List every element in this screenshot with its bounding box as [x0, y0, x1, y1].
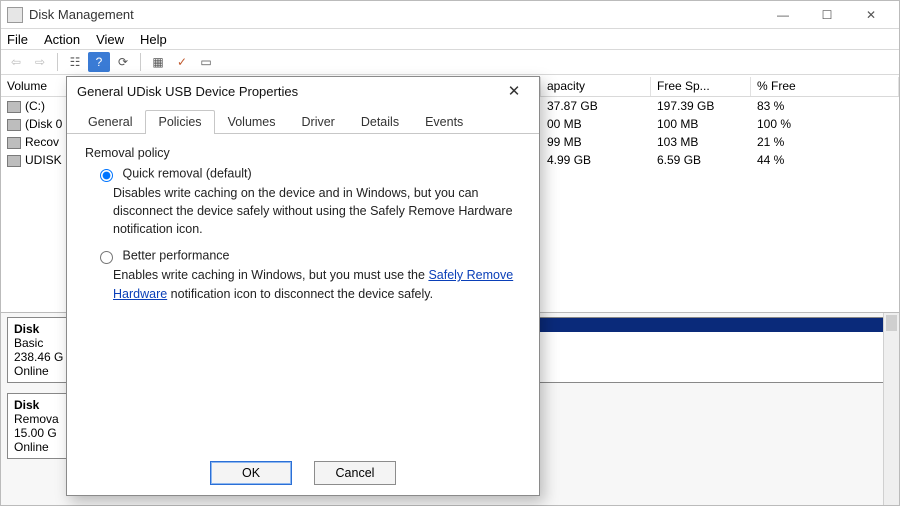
toolbar-separator [140, 53, 141, 71]
toolbar-icon-a[interactable]: ▦ [147, 52, 169, 72]
volume-name: (C:) [25, 99, 45, 113]
close-button[interactable]: ✕ [849, 4, 893, 26]
volume-name: Recov [25, 135, 59, 149]
volume-name: UDISK [25, 153, 62, 167]
option-label: Quick removal (default) [122, 166, 251, 180]
radio-quick-removal[interactable] [100, 169, 113, 182]
vertical-scrollbar[interactable] [883, 313, 899, 505]
cancel-button[interactable]: Cancel [314, 461, 396, 485]
dialog-title: General UDisk USB Device Properties [77, 84, 499, 99]
toolbar-icon-b[interactable]: ✓ [171, 52, 193, 72]
window-title: Disk Management [29, 7, 761, 22]
menu-file[interactable]: File [7, 32, 28, 47]
tab-policies[interactable]: Policies [145, 110, 214, 134]
cell-pct: 21 % [751, 133, 899, 151]
cell-capacity: 4.99 GB [541, 151, 651, 169]
volume-icon [7, 155, 21, 167]
option-description: Enables write caching in Windows, but yo… [113, 266, 521, 302]
ok-button[interactable]: OK [210, 461, 292, 485]
option-quick-removal[interactable]: Quick removal (default) [95, 166, 521, 182]
toolbar-separator [57, 53, 58, 71]
cell-free: 197.39 GB [651, 97, 751, 115]
forward-button[interactable]: ⇨ [29, 52, 51, 72]
cell-pct: 100 % [751, 115, 899, 133]
cell-capacity: 37.87 GB [541, 97, 651, 115]
window-controls: — ☐ ✕ [761, 4, 893, 26]
dialog-tabs: General Policies Volumes Driver Details … [67, 109, 539, 134]
dialog-close-button[interactable]: ✕ [499, 82, 529, 100]
menubar: File Action View Help [1, 29, 899, 49]
menu-view[interactable]: View [96, 32, 124, 47]
cell-free: 100 MB [651, 115, 751, 133]
tab-details[interactable]: Details [348, 110, 412, 134]
volume-name: (Disk 0 [25, 117, 62, 131]
device-properties-dialog: General UDisk USB Device Properties ✕ Ge… [66, 76, 540, 496]
desc-before: Enables write caching in Windows, but yo… [113, 268, 428, 282]
removal-policy-group: Removal policy Quick removal (default) D… [85, 146, 521, 303]
help-icon[interactable]: ? [88, 52, 110, 72]
cell-capacity: 99 MB [541, 133, 651, 151]
maximize-button[interactable]: ☐ [805, 4, 849, 26]
scroll-thumb[interactable] [886, 315, 897, 331]
cell-free: 103 MB [651, 133, 751, 151]
app-icon [7, 7, 23, 23]
volume-icon [7, 119, 21, 131]
dialog-titlebar[interactable]: General UDisk USB Device Properties ✕ [67, 77, 539, 105]
group-title: Removal policy [85, 146, 521, 160]
cell-free: 6.59 GB [651, 151, 751, 169]
option-label: Better performance [122, 249, 229, 263]
dialog-body: Removal policy Quick removal (default) D… [67, 134, 539, 321]
col-capacity[interactable]: apacity [541, 77, 651, 96]
cell-capacity: 00 MB [541, 115, 651, 133]
toolbar-icon-c[interactable]: ▭ [195, 52, 217, 72]
option-better-performance[interactable]: Better performance [95, 248, 521, 264]
menu-action[interactable]: Action [44, 32, 80, 47]
properties-icon[interactable]: ☷ [64, 52, 86, 72]
cell-pct: 44 % [751, 151, 899, 169]
desc-after: notification icon to disconnect the devi… [167, 287, 433, 301]
tab-events[interactable]: Events [412, 110, 476, 134]
tab-volumes[interactable]: Volumes [215, 110, 289, 134]
volume-icon [7, 137, 21, 149]
menu-help[interactable]: Help [140, 32, 167, 47]
dialog-button-row: OK Cancel [67, 461, 539, 485]
titlebar[interactable]: Disk Management — ☐ ✕ [1, 1, 899, 29]
refresh-icon[interactable]: ⟳ [112, 52, 134, 72]
cell-pct: 83 % [751, 97, 899, 115]
option-description: Disables write caching on the device and… [113, 184, 521, 238]
volume-icon [7, 101, 21, 113]
back-button[interactable]: ⇦ [5, 52, 27, 72]
toolbar: ⇦ ⇨ ☷ ? ⟳ ▦ ✓ ▭ [1, 49, 899, 75]
tab-driver[interactable]: Driver [289, 110, 348, 134]
radio-better-performance[interactable] [100, 251, 113, 264]
minimize-button[interactable]: — [761, 4, 805, 26]
tab-general[interactable]: General [75, 110, 145, 134]
col-free[interactable]: Free Sp... [651, 77, 751, 96]
col-percent[interactable]: % Free [751, 77, 899, 96]
